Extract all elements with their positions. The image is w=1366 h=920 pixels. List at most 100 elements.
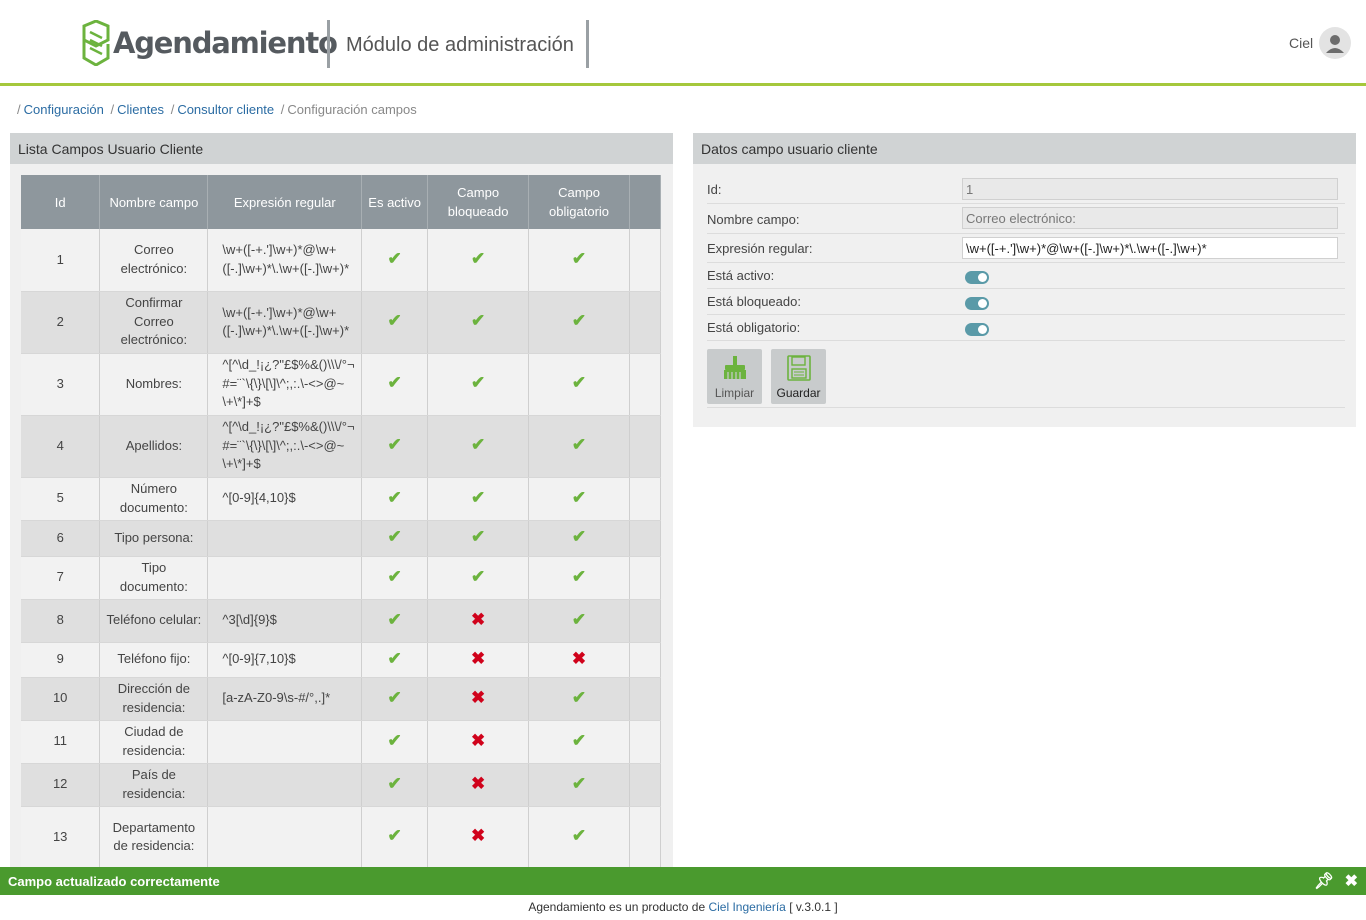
- user-name[interactable]: Ciel: [1289, 35, 1313, 51]
- cell-locked: ✔: [427, 353, 530, 416]
- cell-id: 11: [21, 720, 101, 764]
- clear-button-label: Limpiar: [714, 386, 755, 400]
- check-icon: ✔: [387, 487, 402, 507]
- check-icon: ✔: [571, 826, 587, 846]
- column-header-required[interactable]: Campo obligatorio: [528, 175, 631, 229]
- locked-label: Está bloqueado:: [707, 294, 801, 309]
- form-row-active: Está activo:: [707, 263, 1345, 289]
- cell-name: País de residencia:: [99, 763, 209, 807]
- cell-active: ✔: [361, 291, 429, 354]
- name-label: Nombre campo:: [707, 212, 800, 227]
- cell-id: 9: [21, 642, 101, 678]
- cell-required: ✔: [528, 677, 631, 721]
- check-icon: ✔: [470, 566, 486, 586]
- breadcrumb-link-clientes[interactable]: Clientes: [117, 102, 164, 117]
- broom-icon: [723, 356, 746, 379]
- fields-table-container[interactable]: Id Nombre campo Expresión regular Es act…: [21, 175, 672, 868]
- cell-name: Confirmar Correo electrónico:: [99, 291, 209, 354]
- cell-active: ✔: [361, 477, 429, 521]
- table-row[interactable]: 8 Teléfono celular: ^3[\d]{9}$ ✔ ✖ ✔: [21, 599, 661, 643]
- cell-name: Número documento:: [99, 477, 209, 521]
- cell-name: Dirección de residencia:: [99, 677, 209, 721]
- cell-spacer: [629, 677, 661, 721]
- check-icon: ✔: [470, 527, 486, 547]
- table-row[interactable]: 13 Departamento de residencia: ✔ ✖ ✔: [21, 806, 661, 868]
- table-row[interactable]: 3 Nombres: ^[^\d_!¡¿?"£$%&()\\\/°¬#=¨`\{\}…: [21, 353, 661, 416]
- cell-spacer: [629, 477, 661, 521]
- table-row[interactable]: 5 Número documento: ^[0-9]{4,10}$ ✔ ✔ ✔: [21, 477, 661, 521]
- table-row[interactable]: 12 País de residencia: ✔ ✖ ✔: [21, 763, 661, 807]
- cell-regex: [a-zA-Z0-9\s-#/°,.]*: [207, 677, 363, 721]
- column-header-locked[interactable]: Campo bloqueado: [427, 175, 530, 229]
- table-row[interactable]: 11 Ciudad de residencia: ✔ ✖ ✔: [21, 720, 661, 764]
- cell-spacer: [629, 720, 661, 764]
- column-header-name[interactable]: Nombre campo: [99, 175, 209, 229]
- column-header-id[interactable]: Id: [21, 175, 101, 229]
- active-toggle[interactable]: [965, 271, 989, 284]
- table-row[interactable]: 1 Correo electrónico: \w+([-+.']\w+)*@\w+(…: [21, 229, 661, 292]
- cell-spacer: [629, 353, 661, 416]
- form-row-required: Está obligatorio:: [707, 315, 1345, 341]
- field-detail-title: Datos campo usuario cliente: [693, 133, 1356, 164]
- cell-id: 12: [21, 763, 101, 807]
- notification-bar: Campo actualizado correctamente 📌︎ ✖: [0, 867, 1366, 895]
- save-button[interactable]: Guardar: [771, 349, 826, 404]
- footer-company-link[interactable]: Ciel Ingeniería: [708, 900, 785, 914]
- user-avatar-icon[interactable]: [1319, 27, 1351, 59]
- cell-active: ✔: [361, 642, 429, 678]
- column-header-spacer: [629, 175, 661, 229]
- cell-name: Departamento de residencia:: [99, 806, 209, 868]
- check-icon: ✔: [387, 730, 402, 750]
- notification-message: Campo actualizado correctamente: [8, 874, 220, 889]
- table-row[interactable]: 4 Apellidos: ^[^\d_!¡¿?"£$%&()\\\/°¬#=¨`\{…: [21, 415, 661, 478]
- name-field[interactable]: [962, 207, 1338, 229]
- cell-id: 2: [21, 291, 101, 354]
- column-header-active[interactable]: Es activo: [361, 175, 429, 229]
- breadcrumb-link-consultor-cliente[interactable]: Consultor cliente: [177, 102, 274, 117]
- app-logo[interactable]: Agendamiento: [82, 20, 338, 66]
- check-icon: ✔: [571, 249, 587, 268]
- id-label: Id:: [707, 182, 722, 197]
- cell-name: Correo electrónico:: [99, 229, 209, 292]
- locked-toggle[interactable]: [965, 297, 989, 310]
- cell-regex: \w+([-+.']\w+)*@\w+([-.]\w+)*\.\w+([-.]\…: [207, 229, 363, 292]
- cell-spacer: [629, 763, 661, 807]
- cell-locked: ✖: [427, 806, 530, 868]
- check-icon: ✔: [571, 773, 587, 793]
- table-row[interactable]: 7 Tipo documento: ✔ ✔ ✔: [21, 556, 661, 600]
- footer: Agendamiento es un producto de Ciel Inge…: [0, 900, 1366, 914]
- cell-required: ✖: [528, 642, 631, 678]
- check-icon: ✔: [470, 249, 486, 268]
- cell-id: 3: [21, 353, 101, 416]
- header-divider: [327, 20, 330, 68]
- close-icon[interactable]: ✖: [1345, 873, 1358, 890]
- column-header-regex[interactable]: Expresión regular: [207, 175, 363, 229]
- cell-spacer: [629, 642, 661, 678]
- cell-required: ✔: [528, 520, 631, 557]
- pin-icon[interactable]: 📌︎: [1314, 873, 1334, 890]
- cell-name: Tipo documento:: [99, 556, 209, 600]
- check-icon: ✔: [571, 527, 587, 547]
- footer-text: Agendamiento es un producto de: [528, 900, 706, 914]
- cell-spacer: [629, 599, 661, 643]
- cross-icon: ✖: [470, 687, 486, 707]
- required-toggle[interactable]: [965, 323, 989, 336]
- cell-required: ✔: [528, 477, 631, 521]
- table-row[interactable]: 6 Tipo persona: ✔ ✔ ✔: [21, 520, 661, 557]
- cell-id: 10: [21, 677, 101, 721]
- cell-active: ✔: [361, 806, 429, 868]
- id-field[interactable]: [962, 178, 1338, 200]
- regex-field[interactable]: [962, 237, 1338, 259]
- breadcrumb-link-configuracion[interactable]: Configuración: [24, 102, 104, 117]
- table-row[interactable]: 10 Dirección de residencia: [a-zA-Z0-9\s-#…: [21, 677, 661, 721]
- check-icon: ✔: [571, 566, 587, 586]
- cell-name: Ciudad de residencia:: [99, 720, 209, 764]
- table-row[interactable]: 2 Confirmar Correo electrónico: \w+([-+.']…: [21, 291, 661, 354]
- table-row[interactable]: 9 Teléfono fijo: ^[0-9]{7,10}$ ✔ ✖ ✖: [21, 642, 661, 678]
- check-icon: ✔: [387, 249, 402, 268]
- cell-active: ✔: [361, 229, 429, 292]
- check-icon: ✔: [571, 487, 587, 507]
- clear-button[interactable]: Limpiar: [707, 349, 762, 404]
- regex-label: Expresión regular:: [707, 241, 813, 256]
- check-icon: ✔: [571, 730, 587, 750]
